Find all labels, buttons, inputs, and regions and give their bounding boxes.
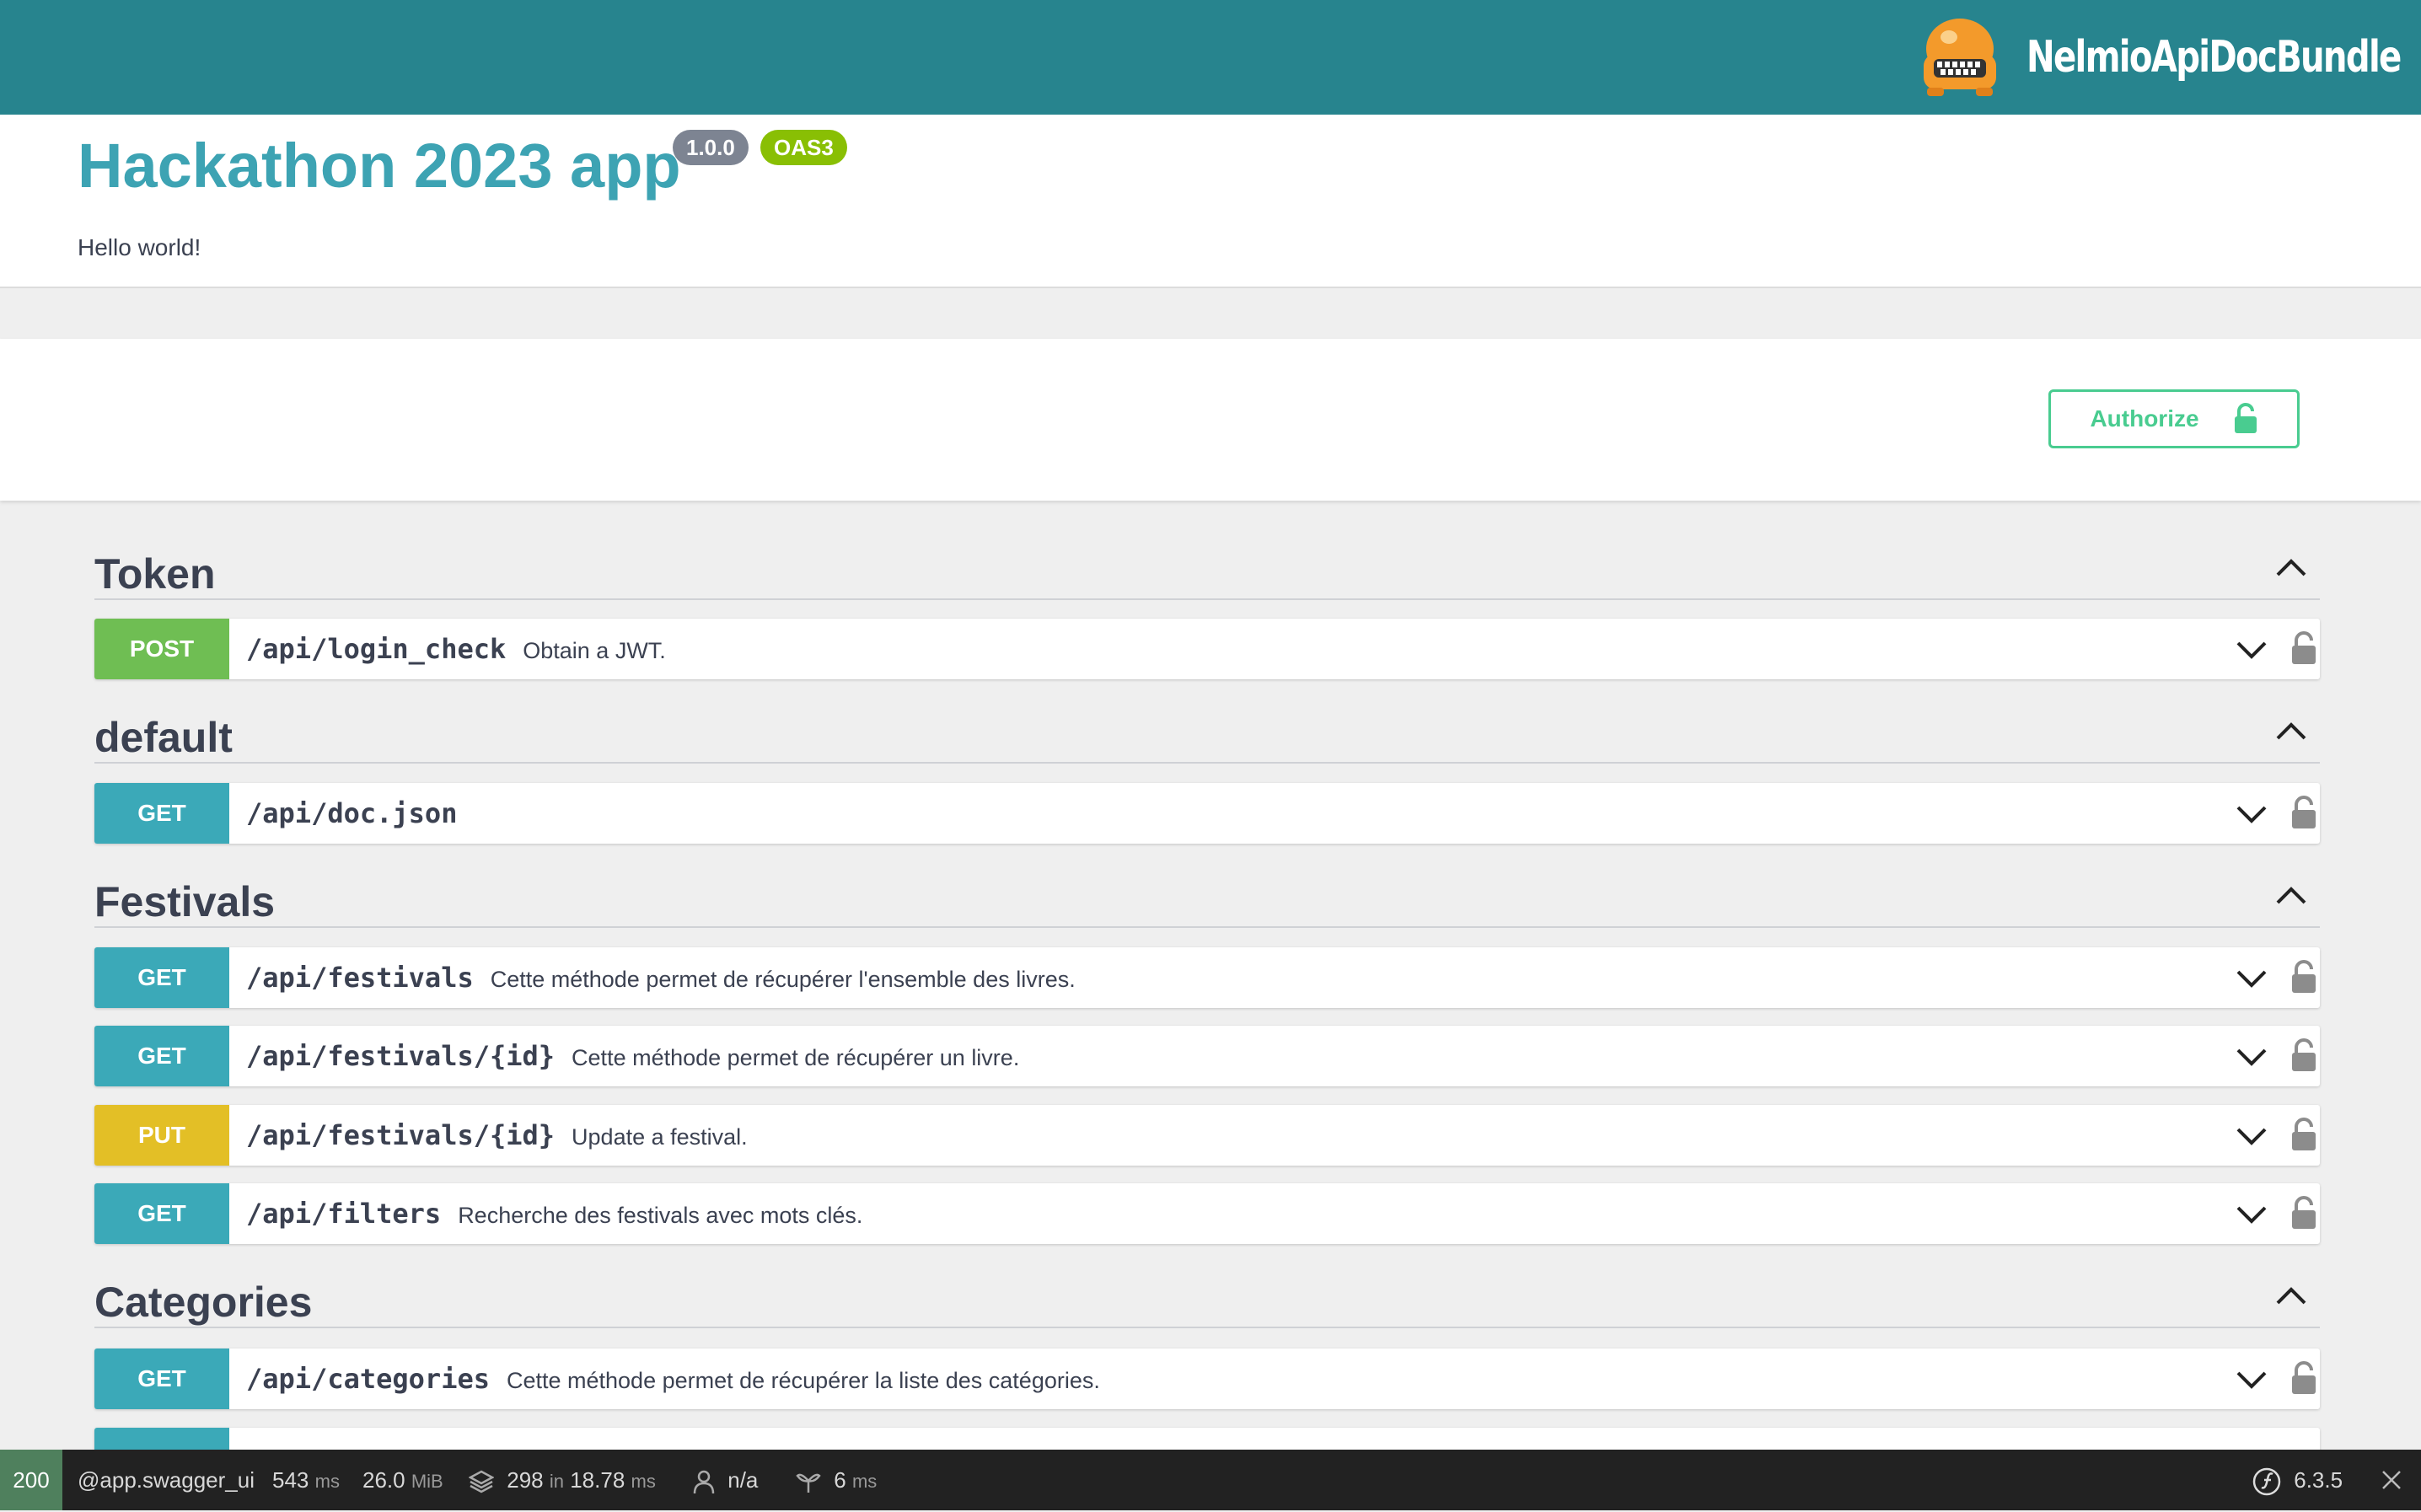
chevron-down-icon[interactable] bbox=[2236, 1369, 2268, 1391]
lock-icon[interactable] bbox=[2289, 1195, 2318, 1231]
method-badge: PUT bbox=[94, 1105, 229, 1166]
operation-path: /api/doc.json bbox=[246, 783, 457, 844]
tag-section-default[interactable]: default bbox=[94, 701, 2320, 764]
request-time[interactable]: 543 ms bbox=[272, 1450, 340, 1510]
operation-put-festival[interactable]: PUT /api/festivals/{id} Update a festival… bbox=[94, 1105, 2320, 1166]
operation-post-login-check[interactable]: POST /api/login_check Obtain a JWT. bbox=[94, 619, 2320, 679]
method-badge: GET bbox=[94, 1348, 229, 1409]
method-badge: GET bbox=[94, 783, 229, 844]
tag-section-festivals[interactable]: Festivals bbox=[94, 866, 2320, 928]
close-icon[interactable] bbox=[2381, 1469, 2402, 1491]
operation-get-categories[interactable]: GET /api/categories Cette méthode permet … bbox=[94, 1348, 2320, 1409]
operation-path: /api/festivals Cette méthode permet de ré… bbox=[246, 947, 1076, 1010]
nelmio-robot-logo-icon bbox=[1924, 19, 1996, 96]
operation-get-doc-json[interactable]: GET /api/doc.json bbox=[94, 783, 2320, 844]
api-title: Hackathon 2023 app bbox=[78, 131, 681, 201]
authorize-label: Authorize bbox=[2090, 405, 2199, 432]
memory-usage[interactable]: 26.0 MiB bbox=[362, 1450, 443, 1510]
method-badge: GET bbox=[94, 1026, 229, 1086]
operation-summary: Recherche des festivals avec mots clés. bbox=[458, 1203, 863, 1228]
operation-summary: Cette méthode permet de récupérer un liv… bbox=[572, 1045, 1020, 1070]
chevron-up-icon[interactable] bbox=[2274, 718, 2308, 743]
tag-title: default bbox=[94, 714, 233, 761]
events-time-unit: ms bbox=[631, 1471, 656, 1492]
lock-icon[interactable] bbox=[2289, 1360, 2318, 1396]
operation-summary: Cette méthode permet de récupérer l'ense… bbox=[490, 967, 1076, 992]
operation-summary: Obtain a JWT. bbox=[523, 638, 666, 663]
top-bar: NelmioApiDocBundle bbox=[0, 0, 2421, 115]
path-text: /api/filters bbox=[246, 1198, 442, 1230]
lock-icon[interactable] bbox=[2289, 795, 2318, 830]
path-text: /api/festivals/{id} bbox=[246, 1040, 556, 1072]
chevron-down-icon[interactable] bbox=[2236, 1204, 2268, 1225]
events-in-label: in bbox=[549, 1471, 564, 1492]
operation-path: /api/festivals/{id} Update a festival. bbox=[246, 1105, 748, 1167]
layers-icon bbox=[469, 1470, 494, 1493]
chevron-down-icon[interactable] bbox=[2236, 803, 2268, 825]
api-description: Hello world! bbox=[78, 234, 201, 260]
api-info: Hackathon 2023 app 1.0.0 OAS3 Hello worl… bbox=[0, 115, 2421, 288]
time-value: 543 bbox=[272, 1467, 309, 1493]
lock-icon[interactable] bbox=[2289, 630, 2318, 666]
operation-get-festivals[interactable]: GET /api/festivals Cette méthode permet d… bbox=[94, 947, 2320, 1008]
tag-title: Categories bbox=[94, 1279, 313, 1326]
lock-icon[interactable] bbox=[2289, 959, 2318, 995]
twig-panel[interactable]: 6 ms bbox=[796, 1450, 877, 1510]
time-unit: ms bbox=[314, 1471, 340, 1492]
tag-section-token[interactable]: Token bbox=[94, 538, 2320, 600]
events-count: 298 bbox=[507, 1467, 544, 1493]
operation-get-festival-by-id[interactable]: GET /api/festivals/{id} Cette méthode per… bbox=[94, 1026, 2320, 1086]
operation-get-filters[interactable]: GET /api/filters Recherche des festivals … bbox=[94, 1183, 2320, 1244]
path-text: /api/login_check bbox=[246, 633, 507, 665]
brand-logo[interactable]: NelmioApiDocBundle bbox=[1915, 12, 2402, 103]
oas-badge: OAS3 bbox=[760, 130, 847, 165]
user-value: n/a bbox=[727, 1467, 759, 1493]
symfony-logo-icon bbox=[2252, 1467, 2281, 1496]
events-time: 18.78 bbox=[570, 1467, 625, 1493]
operation-path: /api/festivals/{id} Cette méthode permet … bbox=[246, 1026, 1019, 1088]
authorize-button[interactable]: Authorize bbox=[2048, 389, 2300, 448]
chevron-down-icon[interactable] bbox=[2236, 639, 2268, 661]
events-panel[interactable]: 298 in 18.78 ms bbox=[469, 1450, 656, 1510]
lock-icon[interactable] bbox=[2289, 1117, 2318, 1152]
chevron-up-icon[interactable] bbox=[2274, 1283, 2308, 1308]
tag-title: Festivals bbox=[94, 878, 276, 925]
status-code[interactable]: 200 bbox=[0, 1450, 62, 1510]
leaf-icon bbox=[796, 1473, 821, 1493]
operation-path: /api/login_check Obtain a JWT. bbox=[246, 619, 666, 681]
symfony-debug-toolbar: 200 @app.swagger_ui 543 ms 26.0 MiB 298 … bbox=[0, 1450, 2421, 1510]
operation-summary: Update a festival. bbox=[572, 1124, 748, 1150]
chevron-up-icon[interactable] bbox=[2274, 882, 2308, 908]
path-text: /api/doc.json bbox=[246, 797, 458, 829]
version-value: 6.3.5 bbox=[2294, 1467, 2343, 1493]
chevron-up-icon[interactable] bbox=[2274, 555, 2308, 580]
scheme-container: Authorize bbox=[0, 339, 2421, 501]
tag-title: Token bbox=[94, 550, 216, 598]
path-text: /api/categories bbox=[246, 1363, 490, 1395]
version-badge: 1.0.0 bbox=[673, 130, 749, 165]
brand-name: NelmioApiDocBundle bbox=[2026, 32, 2402, 83]
operation-summary: Cette méthode permet de récupérer la lis… bbox=[506, 1368, 1100, 1393]
twig-unit: ms bbox=[851, 1471, 878, 1492]
chevron-down-icon[interactable] bbox=[2236, 968, 2268, 989]
user-icon bbox=[693, 1470, 715, 1494]
twig-time: 6 bbox=[834, 1467, 846, 1493]
memory-value: 26.0 bbox=[362, 1467, 405, 1493]
tag-section-categories[interactable]: Categories bbox=[94, 1266, 2320, 1328]
route-name[interactable]: @app.swagger_ui bbox=[78, 1450, 255, 1510]
method-badge: GET bbox=[94, 1183, 229, 1244]
operation-path: /api/filters Recherche des festivals avec… bbox=[246, 1183, 862, 1246]
lock-icon[interactable] bbox=[2289, 1037, 2318, 1073]
chevron-down-icon[interactable] bbox=[2236, 1125, 2268, 1147]
method-badge: POST bbox=[94, 619, 229, 679]
method-badge: GET bbox=[94, 947, 229, 1008]
memory-unit: MiB bbox=[411, 1471, 443, 1492]
unlocked-lock-icon bbox=[2234, 403, 2257, 433]
symfony-version[interactable]: 6.3.5 bbox=[2252, 1450, 2343, 1510]
security-panel[interactable]: n/a bbox=[693, 1450, 758, 1510]
chevron-down-icon[interactable] bbox=[2236, 1046, 2268, 1068]
operation-path: /api/categories Cette méthode permet de r… bbox=[246, 1348, 1100, 1411]
path-text: /api/festivals/{id} bbox=[246, 1119, 556, 1151]
path-text: /api/festivals bbox=[246, 962, 474, 994]
